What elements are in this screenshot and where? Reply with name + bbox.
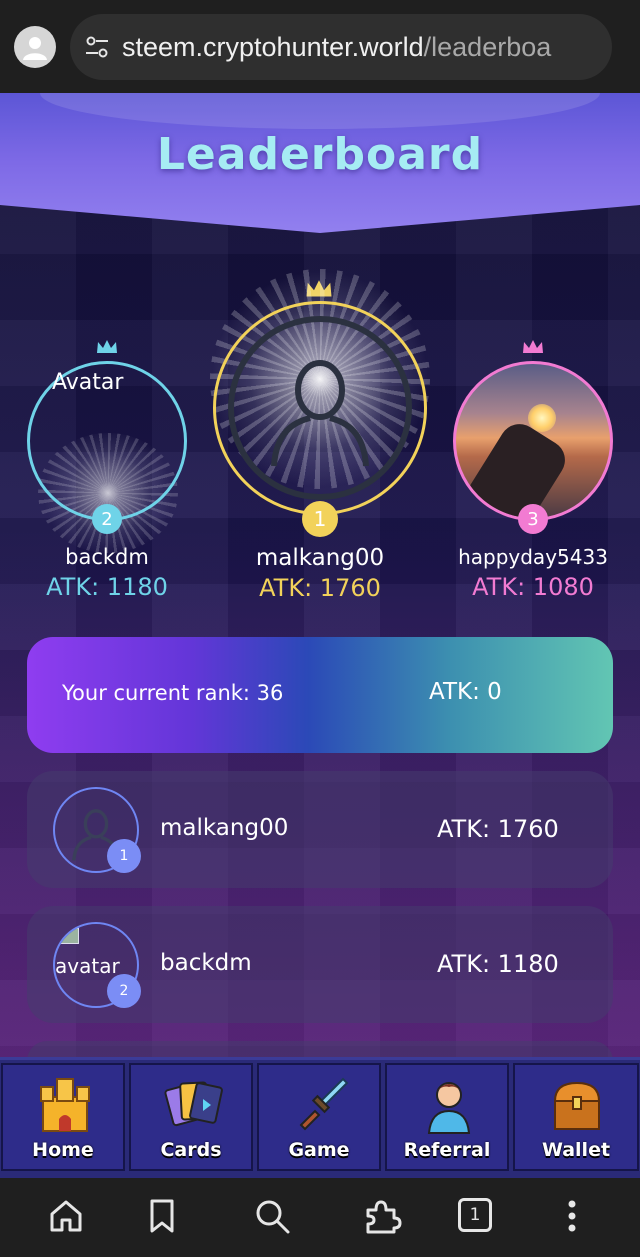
- podium-name-first: malkang00: [255, 545, 385, 571]
- person-icon: [427, 1082, 471, 1134]
- nav-label: Home: [32, 1139, 94, 1161]
- nav-home[interactable]: Home: [1, 1063, 125, 1171]
- url-text[interactable]: steem.cryptohunter.world/leaderboa: [122, 32, 551, 63]
- nav-label: Game: [288, 1139, 350, 1161]
- rank-badge-third: 3: [518, 504, 548, 534]
- current-rank-atk: ATK: 0: [429, 679, 502, 705]
- row-rank-badge: 2: [107, 974, 141, 1008]
- castle-icon: [40, 1078, 90, 1132]
- row-name: malkang00: [160, 815, 289, 841]
- row-atk: ATK: 1760: [437, 815, 559, 843]
- more-options-icon[interactable]: [552, 1196, 592, 1236]
- avatar-alt-text: Avatar: [52, 370, 124, 395]
- default-avatar-icon: [271, 360, 369, 467]
- nav-referral[interactable]: Referral: [385, 1063, 509, 1171]
- podium-atk-third: ATK: 1080: [472, 573, 594, 601]
- nav-label: Cards: [160, 1139, 222, 1161]
- search-icon[interactable]: [252, 1196, 292, 1236]
- current-rank-label: Your current rank: 36: [62, 681, 284, 705]
- avatar-alt-text: avatar: [55, 954, 120, 978]
- nav-label: Referral: [403, 1139, 491, 1161]
- nav-label: Wallet: [541, 1139, 611, 1161]
- rank-badge-first: 1: [302, 501, 338, 537]
- extensions-icon[interactable]: [362, 1196, 402, 1236]
- leaderboard-row[interactable]: 1 malkang00 ATK: 1760: [27, 771, 613, 888]
- banner-glow: [40, 93, 600, 129]
- browser-toolbar: steem.cryptohunter.world/leaderboa: [0, 0, 640, 93]
- crown-icon: [523, 340, 543, 353]
- address-bar[interactable]: steem.cryptohunter.world/leaderboa: [70, 14, 612, 80]
- cards-icon: [164, 1081, 223, 1127]
- podium-name-second: backdm: [65, 545, 149, 569]
- podium-name-third: happyday5433: [458, 545, 608, 569]
- row-rank-badge: 1: [107, 839, 141, 873]
- photo-hand: [456, 416, 573, 518]
- podium-avatar-second[interactable]: Avatar: [27, 361, 187, 521]
- current-rank-bar: Your current rank: 36 ATK: 0: [27, 637, 613, 753]
- podium-avatar-third[interactable]: [453, 361, 613, 521]
- url-path: /leaderboa: [423, 31, 552, 62]
- nav-game[interactable]: Game: [257, 1063, 381, 1171]
- broken-image-icon: [59, 928, 79, 944]
- leaderboard-page: Leaderboard Avatar 2 backdm ATK: 1180 1 …: [0, 93, 640, 1178]
- profile-button[interactable]: [14, 26, 56, 68]
- treasure-chest-icon: [553, 1081, 601, 1130]
- rank-badge-second: 2: [92, 504, 122, 534]
- podium-atk-first: ATK: 1760: [259, 574, 381, 602]
- site-settings-icon[interactable]: [84, 34, 110, 60]
- browser-bottom-toolbar: 1: [0, 1178, 640, 1257]
- podium-avatar-first[interactable]: [213, 301, 427, 515]
- nav-cards[interactable]: Cards: [129, 1063, 253, 1171]
- row-name: backdm: [160, 950, 252, 976]
- sword-icon: [299, 1077, 349, 1131]
- url-domain: steem.cryptohunter.world: [122, 31, 424, 62]
- podium-atk-second: ATK: 1180: [46, 573, 168, 601]
- tab-switcher-button[interactable]: 1: [458, 1198, 492, 1232]
- home-icon[interactable]: [46, 1196, 86, 1236]
- row-atk: ATK: 1180: [437, 950, 559, 978]
- crown-icon: [97, 340, 117, 353]
- nav-wallet[interactable]: Wallet: [513, 1063, 639, 1171]
- page-title: Leaderboard: [156, 129, 484, 180]
- leaderboard-row[interactable]: avatar 2 backdm ATK: 1180: [27, 906, 613, 1023]
- bottom-nav: Home Cards Game Referral Wallet: [0, 1057, 640, 1181]
- account-icon: [23, 37, 47, 60]
- bookmark-icon[interactable]: [142, 1196, 182, 1236]
